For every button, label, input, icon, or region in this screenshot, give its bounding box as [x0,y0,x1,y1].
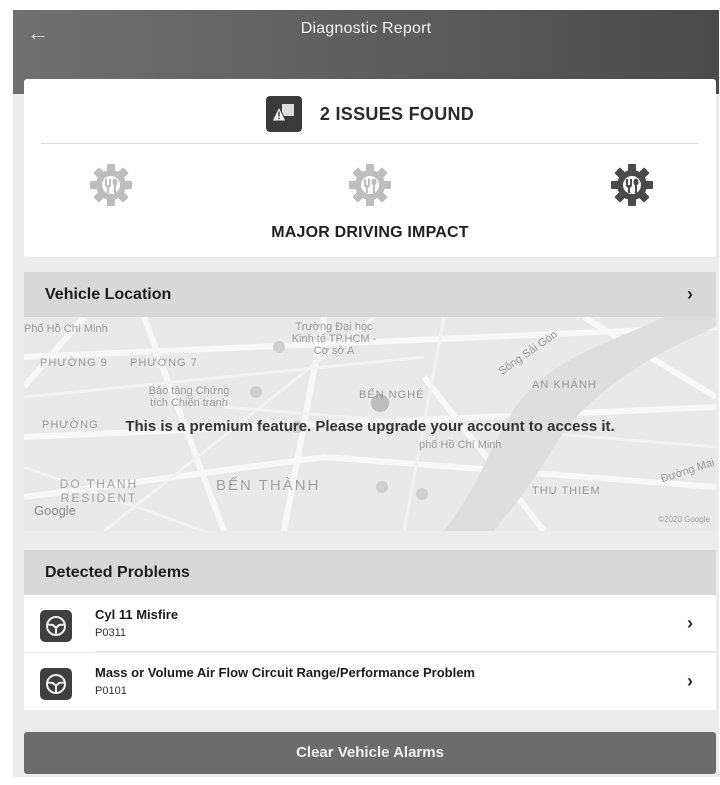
map-label: BẾN NGHÉ [359,389,425,401]
google-logo: Google [34,503,76,518]
steering-wheel-icon [40,610,72,642]
gear-wrench-icon-minor [90,164,132,206]
problem-name: Cyl 11 Misfire [95,607,179,622]
row-divider [95,651,716,652]
issues-count-label: 2 ISSUES FOUND [319,103,475,124]
problem-code: P0311 [95,627,126,639]
driving-impact-label: MAJOR DRIVING IMPACT [271,224,469,241]
warning-report-icon [265,96,302,132]
map-label: BẾN THÀNH [216,477,321,494]
map-label: Bảo tàng Chứng tích Chiến tranh [148,385,230,409]
map-label: phố Hồ Chí Minh [419,439,502,451]
problem-item[interactable]: Cyl 11 Misfire P0311 › [24,595,716,652]
detected-problems-title: Detected Problems [45,563,190,581]
problem-item[interactable]: Mass or Volume Air Flow Circuit Range/Pe… [24,653,716,710]
clear-vehicle-alarms-button[interactable]: Clear Vehicle Alarms [24,732,716,774]
detected-problems-header: Detected Problems [24,550,716,595]
page-title: Diagnostic Report [300,20,432,37]
map-label: DO THANH RESIDENT [59,477,139,505]
gear-wrench-icon-major [611,164,653,206]
vehicle-location-map[interactable]: Phố Hồ Chí Minh PHƯỜNG 9 PHƯỜNG 7 Trường… [24,317,716,531]
chevron-right-icon: › [687,671,693,691]
map-label: PHƯỜNG 9 [40,357,108,369]
app-screen: ← Diagnostic Report 2 ISSUES FOUND MAJOR… [13,10,719,777]
summary-divider [41,143,699,144]
chevron-right-icon: › [687,284,693,304]
steering-wheel-icon [40,668,72,700]
map-label: Trường Đại học Kinh tế TP.HCM - Cơ sở A [291,321,377,357]
problem-name: Mass or Volume Air Flow Circuit Range/Pe… [95,665,475,680]
issues-count-row: 2 ISSUES FOUND [24,95,716,133]
map-label: THU THIEM [532,485,601,497]
map-label: Phố Hồ Chí Minh [24,323,108,335]
map-label: AN KHÁNH [532,379,597,391]
map-copyright: ©2020 Google [658,515,710,524]
vehicle-location-title: Vehicle Location [45,285,172,303]
issues-summary-card: 2 ISSUES FOUND MAJOR DRIVING IMPACT [24,79,716,257]
gear-wrench-icon-moderate [349,164,391,206]
chevron-right-icon: › [687,613,693,633]
vehicle-location-header[interactable]: Vehicle Location › [24,272,716,317]
premium-feature-message: This is a premium feature. Please upgrad… [125,418,615,435]
problem-code: P0101 [95,685,127,697]
map-label: PHƯỜNG 7 [130,357,198,369]
